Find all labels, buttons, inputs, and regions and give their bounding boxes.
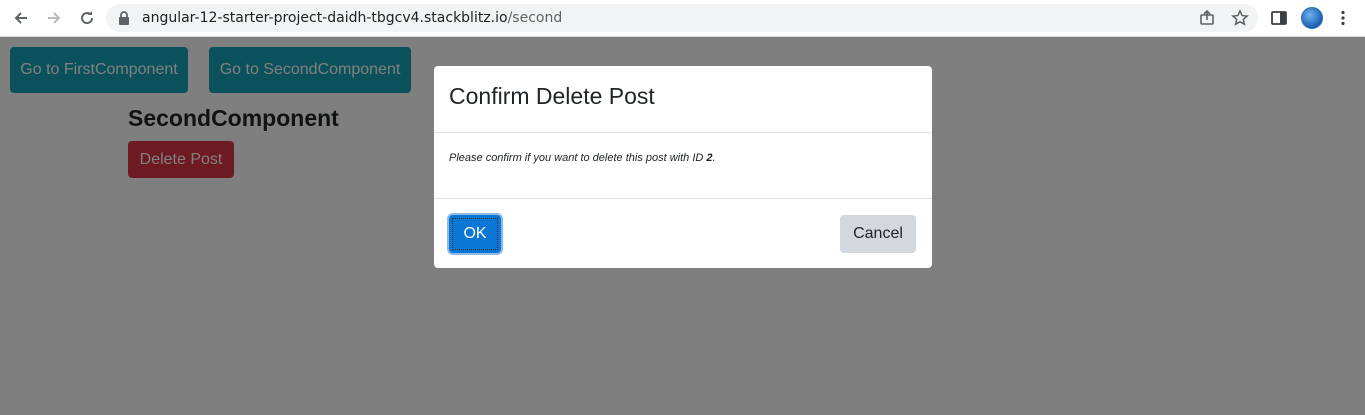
- menu-button[interactable]: [1330, 5, 1356, 31]
- back-button[interactable]: [8, 5, 34, 31]
- dialog-header: Confirm Delete Post: [434, 66, 932, 133]
- cancel-button[interactable]: Cancel: [840, 215, 916, 253]
- star-icon[interactable]: [1231, 9, 1249, 27]
- reload-icon: [81, 11, 94, 25]
- dialog-message-suffix: .: [712, 152, 716, 164]
- dialog-message-prefix: Please confirm if you want to delete thi…: [449, 152, 707, 164]
- side-panel-button[interactable]: [1266, 5, 1292, 31]
- confirm-dialog: Confirm Delete Post Please confirm if yo…: [434, 66, 932, 268]
- side-panel-icon: [1271, 11, 1287, 25]
- url-host: angular-12-starter-project-daidh-tbgcv4.…: [142, 10, 508, 26]
- profile-avatar: [1301, 7, 1323, 29]
- forward-button[interactable]: [41, 5, 67, 31]
- menu-dots-icon: [1341, 10, 1345, 26]
- browser-toolbar: angular-12-starter-project-daidh-tbgcv4.…: [0, 0, 1365, 37]
- forward-icon: [48, 12, 61, 24]
- reload-button[interactable]: [74, 5, 100, 31]
- url-path: /second: [507, 10, 563, 26]
- address-bar[interactable]: angular-12-starter-project-daidh-tbgcv4.…: [106, 4, 1258, 32]
- lock-icon: [119, 11, 129, 25]
- dialog-message: Please confirm if you want to delete thi…: [449, 152, 716, 164]
- back-icon: [14, 12, 27, 24]
- share-icon[interactable]: [1198, 9, 1216, 27]
- dialog-body: Please confirm if you want to delete thi…: [434, 133, 932, 199]
- dialog-title: Confirm Delete Post: [449, 83, 655, 109]
- url-text: angular-12-starter-project-daidh-tbgcv4.…: [142, 9, 562, 27]
- ok-button[interactable]: OK: [449, 215, 501, 253]
- profile-button[interactable]: [1299, 5, 1325, 31]
